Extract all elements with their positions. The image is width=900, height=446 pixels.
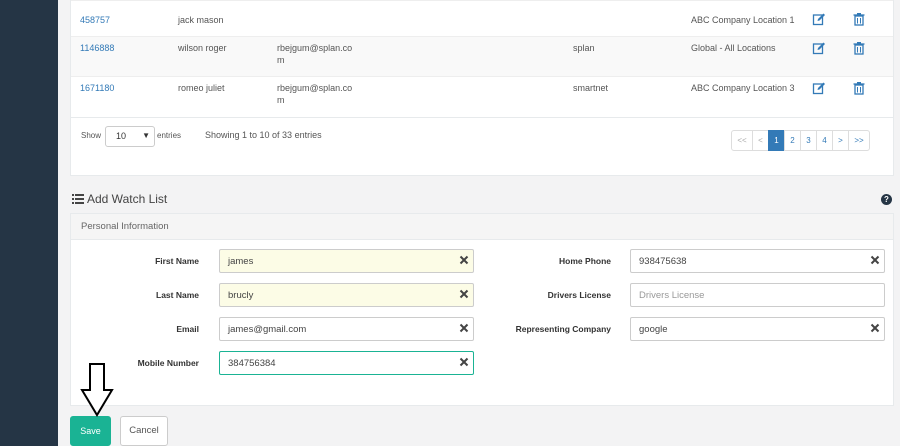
add-watch-list-form: Personal Information First Name james La… bbox=[70, 213, 894, 406]
caret-down-icon: ▼ bbox=[142, 131, 150, 140]
section-title: Personal Information bbox=[71, 214, 893, 240]
row-representing-company: splan bbox=[573, 43, 595, 53]
form-title: Add Watch List bbox=[87, 192, 168, 206]
mobile-number-field[interactable]: 384756384 bbox=[219, 351, 474, 375]
drivers-license-placeholder: Drivers License bbox=[639, 290, 705, 301]
representing-company-label: Representing Company bbox=[515, 324, 611, 334]
row-email: rbejgum@splan.com bbox=[277, 83, 353, 105]
list-icon bbox=[72, 194, 84, 204]
entries-label: entries bbox=[157, 131, 182, 140]
page-button[interactable]: 4 bbox=[816, 130, 833, 151]
show-label: Show bbox=[81, 131, 102, 140]
clear-icon[interactable] bbox=[459, 289, 469, 299]
trash-icon[interactable] bbox=[852, 81, 866, 95]
page-button[interactable]: 1 bbox=[768, 130, 785, 151]
page-prev-button[interactable]: < bbox=[752, 130, 769, 151]
representing-company-value: google bbox=[639, 324, 668, 335]
sidebar bbox=[0, 0, 58, 446]
home-phone-field[interactable]: 938475638 bbox=[630, 249, 885, 273]
table-row[interactable]: 458757 jack mason ABC Company Location 1 bbox=[71, 0, 893, 36]
trash-icon[interactable] bbox=[852, 12, 866, 26]
page-button[interactable]: 3 bbox=[800, 130, 817, 151]
mobile-number-value: 384756384 bbox=[228, 358, 276, 369]
row-location: Global - All Locations bbox=[691, 43, 776, 53]
watch-list-table: 458757 jack mason ABC Company Location 1… bbox=[70, 0, 894, 176]
email-label: Email bbox=[176, 324, 199, 334]
cancel-button[interactable]: Cancel bbox=[120, 416, 168, 446]
clear-icon[interactable] bbox=[870, 255, 880, 265]
first-name-value: james bbox=[228, 256, 254, 267]
representing-company-field[interactable]: google bbox=[630, 317, 885, 341]
table-row[interactable]: 1146888 wilson roger rbejgum@splan.com s… bbox=[71, 36, 893, 76]
row-id-link[interactable]: 458757 bbox=[80, 14, 110, 26]
email-value: james@gmail.com bbox=[228, 324, 307, 335]
main-content: 458757 jack mason ABC Company Location 1… bbox=[58, 0, 900, 446]
clear-icon[interactable] bbox=[870, 323, 880, 333]
row-location: ABC Company Location 1 bbox=[691, 15, 795, 25]
table-row[interactable]: 1671180 romeo juliet rbejgum@splan.com s… bbox=[71, 76, 893, 116]
pagination: << < 1 2 3 4 > >> bbox=[731, 130, 870, 151]
row-representing-company: smartnet bbox=[573, 83, 609, 93]
row-location: ABC Company Location 3 bbox=[691, 83, 795, 93]
clear-icon[interactable] bbox=[459, 323, 469, 333]
edit-icon[interactable] bbox=[812, 12, 826, 26]
down-arrow-icon bbox=[80, 363, 114, 417]
clear-icon[interactable] bbox=[459, 255, 469, 265]
row-id-link[interactable]: 1146888 bbox=[80, 42, 114, 54]
table-footer: Show 10 ▼ entries Showing 1 to 10 of 33 … bbox=[71, 117, 893, 157]
help-icon[interactable]: ? bbox=[881, 194, 892, 205]
page-first-button[interactable]: << bbox=[731, 130, 753, 151]
page-button[interactable]: 2 bbox=[784, 130, 801, 151]
page-size-value: 10 bbox=[116, 131, 127, 141]
page-last-button[interactable]: >> bbox=[848, 130, 870, 151]
save-button[interactable]: Save bbox=[70, 416, 111, 446]
home-phone-label: Home Phone bbox=[559, 256, 611, 266]
first-name-field[interactable]: james bbox=[219, 249, 474, 273]
form-heading: Add Watch List bbox=[72, 192, 167, 206]
row-name: jack mason bbox=[178, 15, 224, 25]
first-name-label: First Name bbox=[155, 256, 199, 266]
drivers-license-field[interactable]: Drivers License bbox=[630, 283, 885, 307]
edit-icon[interactable] bbox=[812, 41, 826, 55]
last-name-label: Last Name bbox=[156, 290, 199, 300]
page-next-button[interactable]: > bbox=[832, 130, 849, 151]
row-id-link[interactable]: 1671180 bbox=[80, 82, 114, 94]
row-name: wilson roger bbox=[178, 43, 227, 53]
table-info: Showing 1 to 10 of 33 entries bbox=[205, 130, 322, 140]
page-size-select[interactable]: 10 ▼ bbox=[105, 126, 155, 147]
drivers-license-label: Drivers License bbox=[547, 290, 611, 300]
row-name: romeo juliet bbox=[178, 83, 225, 93]
row-email: rbejgum@splan.com bbox=[277, 43, 353, 65]
last-name-field[interactable]: brucly bbox=[219, 283, 474, 307]
email-field[interactable]: james@gmail.com bbox=[219, 317, 474, 341]
clear-icon[interactable] bbox=[459, 357, 469, 367]
home-phone-value: 938475638 bbox=[639, 256, 687, 267]
trash-icon[interactable] bbox=[852, 41, 866, 55]
edit-icon[interactable] bbox=[812, 81, 826, 95]
last-name-value: brucly bbox=[228, 290, 254, 301]
